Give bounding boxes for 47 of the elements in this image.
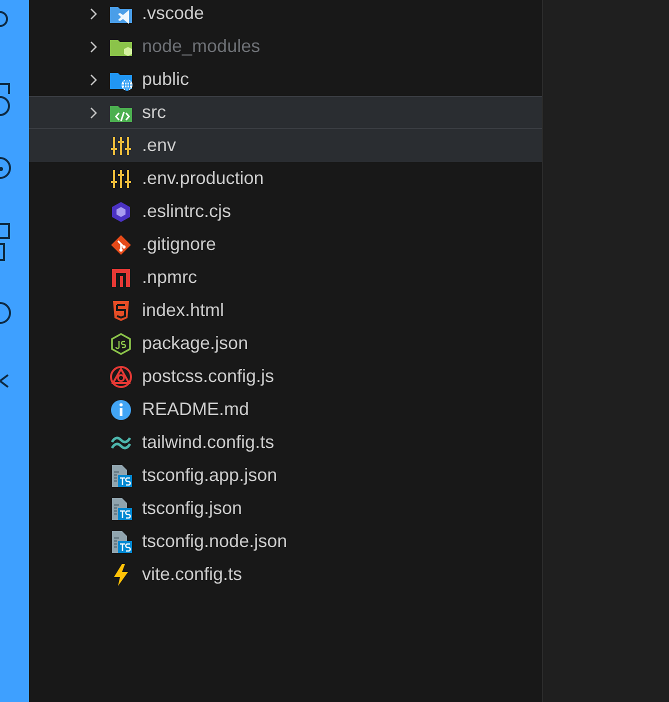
file-name: .env.production (142, 168, 264, 189)
file-name: postcss.config.js (142, 366, 274, 387)
file-name: vite.config.ts (142, 564, 242, 585)
ts-file-icon (109, 496, 133, 520)
tree-row[interactable]: .env (29, 129, 542, 162)
file-name: tsconfig.app.json (142, 465, 278, 486)
file-name: node_modules (142, 36, 260, 57)
info-icon (109, 398, 133, 422)
file-name: src (142, 102, 166, 123)
tree-row[interactable]: .gitignore (29, 228, 542, 261)
tree-row[interactable]: public (29, 63, 542, 96)
ts-file-icon (109, 464, 133, 488)
file-name: tailwind.config.ts (142, 432, 274, 453)
hexagon-icon (109, 200, 133, 224)
file-name: README.md (142, 399, 250, 420)
tree-row[interactable]: .env.production (29, 162, 542, 195)
activity-icon[interactable] (0, 10, 10, 28)
file-name: public (142, 69, 190, 90)
tree-row[interactable]: postcss.config.js (29, 360, 542, 393)
file-name: tsconfig.json (142, 498, 242, 519)
tree-row[interactable]: .npmrc (29, 261, 542, 294)
activity-icon[interactable] (0, 374, 10, 388)
hexagon-icon (109, 332, 133, 356)
tree-row[interactable]: vite.config.ts (29, 558, 542, 591)
tree-row[interactable]: tailwind.config.ts (29, 426, 542, 459)
file-name: .eslintrc.cjs (142, 201, 232, 222)
tree-row[interactable]: package.json (29, 327, 542, 360)
file-name: .vscode (142, 3, 204, 24)
tree-row[interactable]: tsconfig.app.json (29, 459, 542, 492)
tree-row[interactable]: .eslintrc.cjs (29, 195, 542, 228)
file-name: .env (142, 135, 176, 156)
file-name: .npmrc (142, 267, 198, 288)
tree-row[interactable]: tsconfig.json (29, 492, 542, 525)
tree-row[interactable]: index.html (29, 294, 542, 327)
tree-row[interactable]: src (29, 96, 542, 129)
activity-icon[interactable] (0, 82, 12, 118)
file-name: .gitignore (142, 234, 216, 255)
file-name: package.json (142, 333, 248, 354)
tree-row[interactable]: README.md (29, 393, 542, 426)
file-name: tsconfig.node.json (142, 531, 288, 552)
tree-row[interactable]: node_modules (29, 30, 542, 63)
file-name: index.html (142, 300, 224, 321)
ts-file-icon (109, 530, 133, 554)
tree-row[interactable]: .vscode (29, 0, 542, 30)
tree-row[interactable]: tsconfig.node.json (29, 525, 542, 558)
activity-icon[interactable] (0, 222, 12, 264)
circle-icon (109, 364, 133, 388)
